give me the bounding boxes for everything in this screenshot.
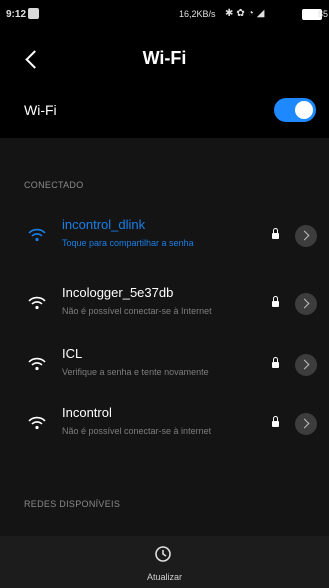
battery-level: 85: [318, 9, 329, 19]
network-status: Verifique a senha e tente novamente: [62, 367, 209, 377]
network-details-button[interactable]: [295, 354, 317, 376]
lock-icon: [272, 357, 279, 368]
wifi-icon: [28, 296, 46, 310]
networks-panel: CONECTADO incontrol_dlink Toque para com…: [0, 138, 329, 588]
section-connected: CONECTADO: [24, 180, 84, 190]
wifi-icon: [28, 357, 46, 371]
bottom-bar: Atualizar: [0, 536, 329, 588]
wifi-toggle[interactable]: [274, 98, 316, 122]
network-status: Toque para compartilhar a senha: [62, 238, 194, 248]
header: Wi-Fi: [0, 28, 329, 88]
wifi-icon: [28, 416, 46, 430]
network-name: incontrol_dlink: [62, 217, 146, 232]
network-status: Não é possível conectar-se à Internet: [62, 306, 212, 316]
page-title: Wi-Fi: [142, 48, 187, 68]
network-item[interactable]: ICL Verifique a senha e tente novamente: [0, 337, 329, 395]
network-item[interactable]: Incontrol Não é possível conectar-se à i…: [0, 396, 329, 454]
notification-icon: [28, 8, 39, 19]
wifi-toggle-row[interactable]: Wi-Fi: [0, 84, 329, 134]
toggle-knob: [295, 101, 313, 119]
status-time: 9:12: [6, 9, 27, 20]
network-details-button[interactable]: [295, 293, 317, 315]
network-name: Incontrol: [62, 405, 112, 420]
refresh-icon[interactable]: [154, 545, 172, 563]
section-available: REDES DISPONÍVEIS: [24, 499, 121, 509]
network-speed: 16,2KB/s: [179, 9, 216, 19]
network-item[interactable]: Incologger_5e37db Não é possível conecta…: [0, 276, 329, 334]
network-status: Não é possível conectar-se à internet: [62, 426, 212, 436]
network-details-button[interactable]: [295, 225, 317, 247]
wifi-icon: [28, 228, 46, 242]
lock-icon: [272, 296, 279, 307]
network-name: Incologger_5e37db: [62, 285, 174, 300]
network-name: ICL: [62, 346, 83, 361]
wifi-toggle-label: Wi-Fi: [24, 102, 57, 118]
network-item[interactable]: incontrol_dlink Toque para compartilhar …: [0, 208, 329, 266]
network-details-button[interactable]: [295, 413, 317, 435]
lock-icon: [272, 228, 279, 239]
refresh-button-label[interactable]: Atualizar: [0, 572, 329, 582]
signal-icons: ✱✿◔◢: [225, 8, 268, 19]
status-bar: 9:12 16,2KB/s ✱✿◔◢ 85: [0, 0, 329, 28]
lock-icon: [272, 416, 279, 427]
